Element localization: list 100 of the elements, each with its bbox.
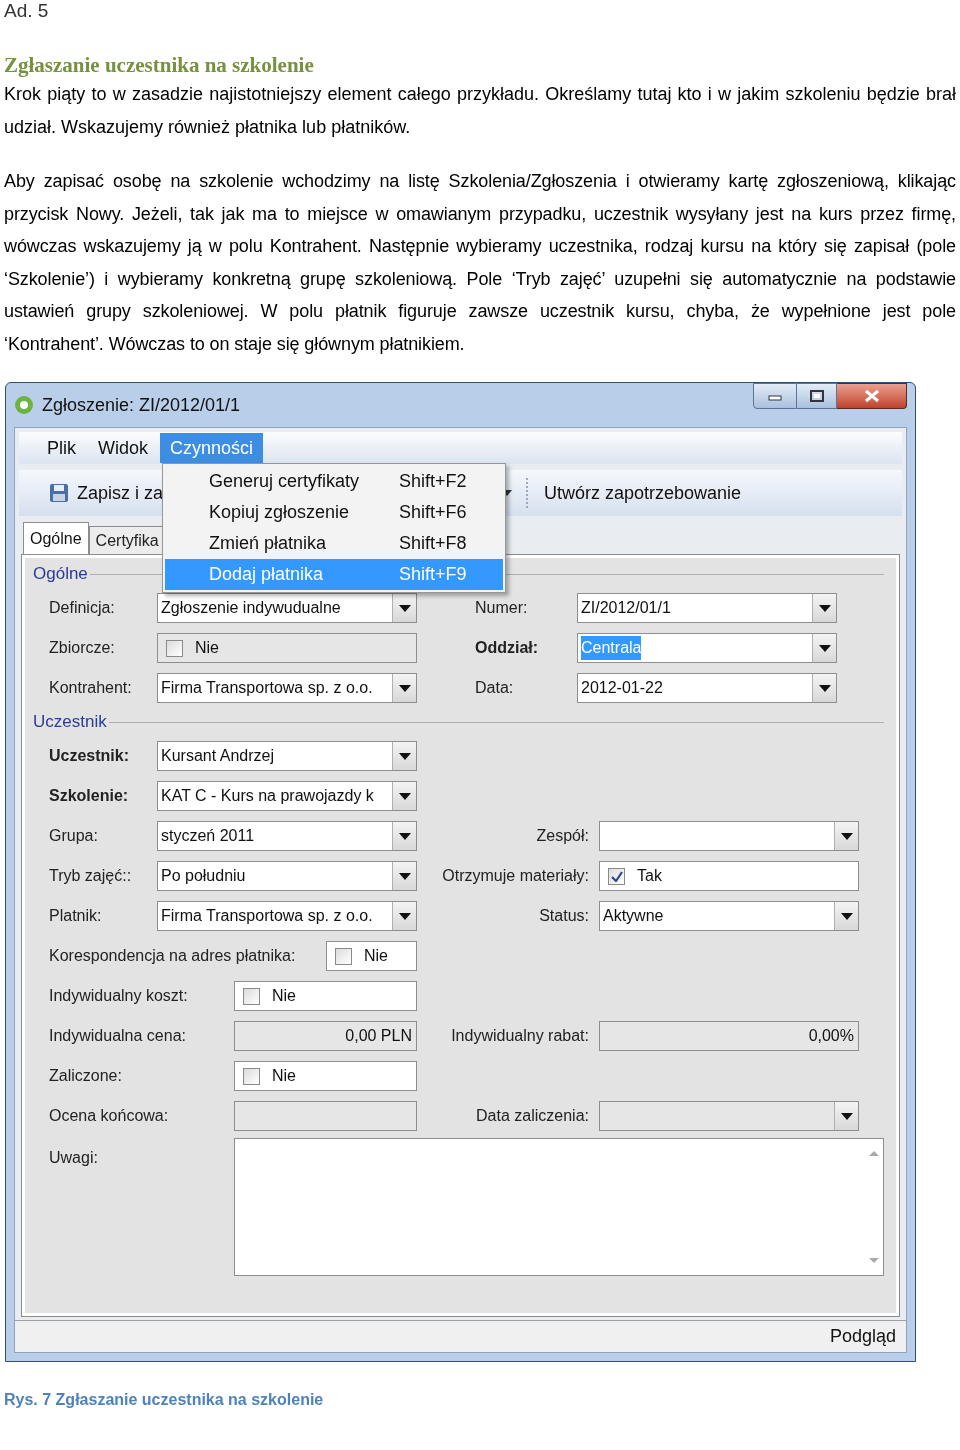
status-text: Podgląd (829, 1325, 896, 1348)
figure-caption: Rys. 7 Zgłaszanie uczestnika na szkolenie (3, 1390, 325, 1410)
combo-box[interactable]: Firma Transportowa sp. z o.o. (157, 673, 417, 703)
dropdown-arrow-icon (398, 604, 411, 612)
save-button[interactable]: Zapisz i za (45, 476, 168, 510)
field-label: Grupa: (49, 826, 99, 846)
menu-item[interactable]: Widok (88, 433, 159, 463)
combo-box[interactable]: ZI/2012/01/1 (577, 593, 837, 623)
scroll-down-icon (869, 1258, 879, 1263)
close-icon (863, 389, 880, 403)
notes-field[interactable] (234, 1138, 884, 1276)
dropdown-arrow-icon (398, 792, 411, 800)
combo-box[interactable]: 2012-01-22 (577, 673, 837, 703)
field-label: Zaliczone: (49, 1066, 123, 1086)
window-title: Zgłoszenie: ZI/2012/01/1 (42, 393, 241, 417)
section-title: Zgłaszanie uczestnika na szkolenie (3, 52, 315, 78)
dropdown-arrow-icon (840, 1112, 853, 1120)
checkbox[interactable] (243, 1067, 260, 1085)
create-request-button[interactable]: Utwórz zapotrzebowanie (540, 476, 746, 510)
field-value: Po południu (161, 866, 246, 886)
dropdown-arrow-icon (398, 872, 411, 880)
dropdown-button[interactable] (812, 674, 836, 702)
dropdown-arrow-icon (398, 752, 411, 760)
dropdown-button[interactable] (392, 594, 416, 622)
combo-box[interactable]: Po południu (157, 861, 417, 891)
field-label: Zbiorcze: (49, 638, 116, 658)
field-value: Firma Transportowa sp. z o.o. (161, 678, 373, 698)
field-label: Uczestnik: (49, 746, 131, 766)
maximize-icon (809, 390, 824, 402)
checkbox[interactable] (608, 867, 625, 885)
maximize-button[interactable] (797, 383, 837, 409)
checkbox-label: Nie (364, 946, 388, 966)
checkbox-label: Nie (195, 638, 219, 658)
field-value: Zgłoszenie indywudualne (161, 598, 341, 618)
field-label: Status: (538, 906, 590, 926)
field-value: Centrala (581, 636, 642, 660)
close-button[interactable] (837, 383, 907, 409)
dropdown-button[interactable] (392, 782, 416, 810)
dropdown-arrow-icon (840, 832, 853, 840)
checkbox[interactable] (335, 947, 352, 965)
field-value: styczeń 2011 (161, 826, 255, 846)
menu-item[interactable]: Plik (37, 433, 86, 463)
dropdown-button[interactable] (392, 742, 416, 770)
paragraph: Krok piąty to w zasadzie najistotniejszy element całego przykładu. Określamy tutaj kto i w jakim szkoleniu będzie brał udział. Wskazujemy również płatnika lub płatników. (3, 83, 957, 139)
dropdown-button[interactable] (834, 902, 858, 930)
checkbox[interactable] (243, 987, 260, 1005)
combo-box[interactable]: styczeń 2011 (157, 821, 417, 851)
field-label: Szkolenie: (49, 786, 130, 806)
field-label: Definicja: (49, 598, 116, 618)
dropdown-button[interactable] (392, 822, 416, 850)
field-label: Kontrahent: (49, 678, 133, 698)
group-label: Uczestnik (33, 711, 107, 734)
minimize-button[interactable] (753, 383, 797, 409)
field-label: Indywidualny koszt: (49, 986, 189, 1006)
combo-box[interactable]: Aktywne (599, 901, 859, 931)
field-label: Korespondencja na adres płatnika: (49, 946, 297, 966)
dropdown-button[interactable] (834, 822, 858, 850)
field-label: Data: (475, 678, 515, 698)
field-value: Kursant Andrzej (161, 746, 274, 766)
combo-box[interactable]: Kursant Andrzej (157, 741, 417, 771)
field-label: Ocena końcowa: (49, 1106, 170, 1126)
dropdown-arrow-icon (818, 684, 831, 692)
menu-item[interactable]: Kopiuj zgłoszenie Shift+F6 (165, 497, 503, 528)
checkbox-label: Nie (272, 986, 296, 1006)
checkmark-icon (610, 870, 623, 882)
dropdown-arrow-icon (840, 912, 853, 920)
dropdown-button[interactable] (392, 862, 416, 890)
field-label: Indywidualna cena: (49, 1026, 187, 1046)
dropdown-arrow-icon (818, 644, 831, 652)
dropdown-arrow-icon (398, 912, 411, 920)
dropdown-arrow-icon (818, 604, 831, 612)
field-label: Indywidualny rabat: (450, 1026, 590, 1046)
tab[interactable]: Ogólne (23, 522, 89, 554)
field-label: Zespół: (535, 826, 590, 846)
field-label: Otrzymuje materiały: (441, 866, 590, 886)
menu-item[interactable]: Zmień płatnika Shift+F8 (165, 528, 503, 559)
dropdown-button[interactable] (392, 674, 416, 702)
dropdown-arrow-icon (398, 684, 411, 692)
scroll-up-icon (869, 1151, 879, 1156)
field-label: Uwagi: (49, 1148, 99, 1168)
checkbox-label: Tak (637, 866, 662, 886)
page-heading: Ad. 5 (3, 0, 50, 22)
field-label: Numer: (475, 598, 529, 618)
field-label: Tryb zajęć:: (49, 866, 133, 886)
combo-box[interactable]: Firma Transportowa sp. z o.o. (157, 901, 417, 931)
field-value: KAT C - Kurs na prawojazdy k (161, 786, 374, 806)
field-value: Aktywne (603, 906, 664, 926)
dropdown-button[interactable] (812, 594, 836, 622)
menu-item[interactable]: Generuj certyfikaty Shift+F2 (165, 466, 503, 497)
field-value: 2012-01-22 (581, 678, 663, 698)
combo-box[interactable]: Zgłoszenie indywudualne (157, 593, 417, 623)
dropdown-button[interactable] (392, 902, 416, 930)
app-logo-icon (14, 395, 34, 415)
dropdown-button[interactable] (812, 634, 836, 662)
field-label: Platnik: (49, 906, 103, 926)
field-value: ZI/2012/01/1 (581, 598, 671, 618)
paragraph: Aby zapisać osobę na szkolenie wchodzimy na listę Szkolenia/Zgłoszenia i otwieramy kartę zgłoszeniową, klikając przycisk Nowy. Jeżeli, tak jak ma to miejsce w omawianym przypadku, uczestnik wysyłany jest na kurs przez firmę, wówczas wskazujemy ją w polu Kontrahent. Następnie wybieramy uczestnika, rodzaj kursu na który się zapisał (pole ‘Szkolenie’) i wybieramy konkretną grupę szkoleniową. Pole ‘Tryb zajęć’ uzupełni się automatycznie na podstawie ustawień grupy szkoleniowej. W polu płatnik figuruje zawsze uczestnik kursu, chyba, że wypełnione jest pole ‘Kontrahent’. Wówczas to on staje się głównym płatnikiem. (3, 170, 957, 356)
field-label: Data zaliczenia: (475, 1106, 590, 1126)
field-label: Oddział: (475, 638, 540, 658)
combo-box[interactable]: KAT C - Kurs na prawojazdy k (157, 781, 417, 811)
